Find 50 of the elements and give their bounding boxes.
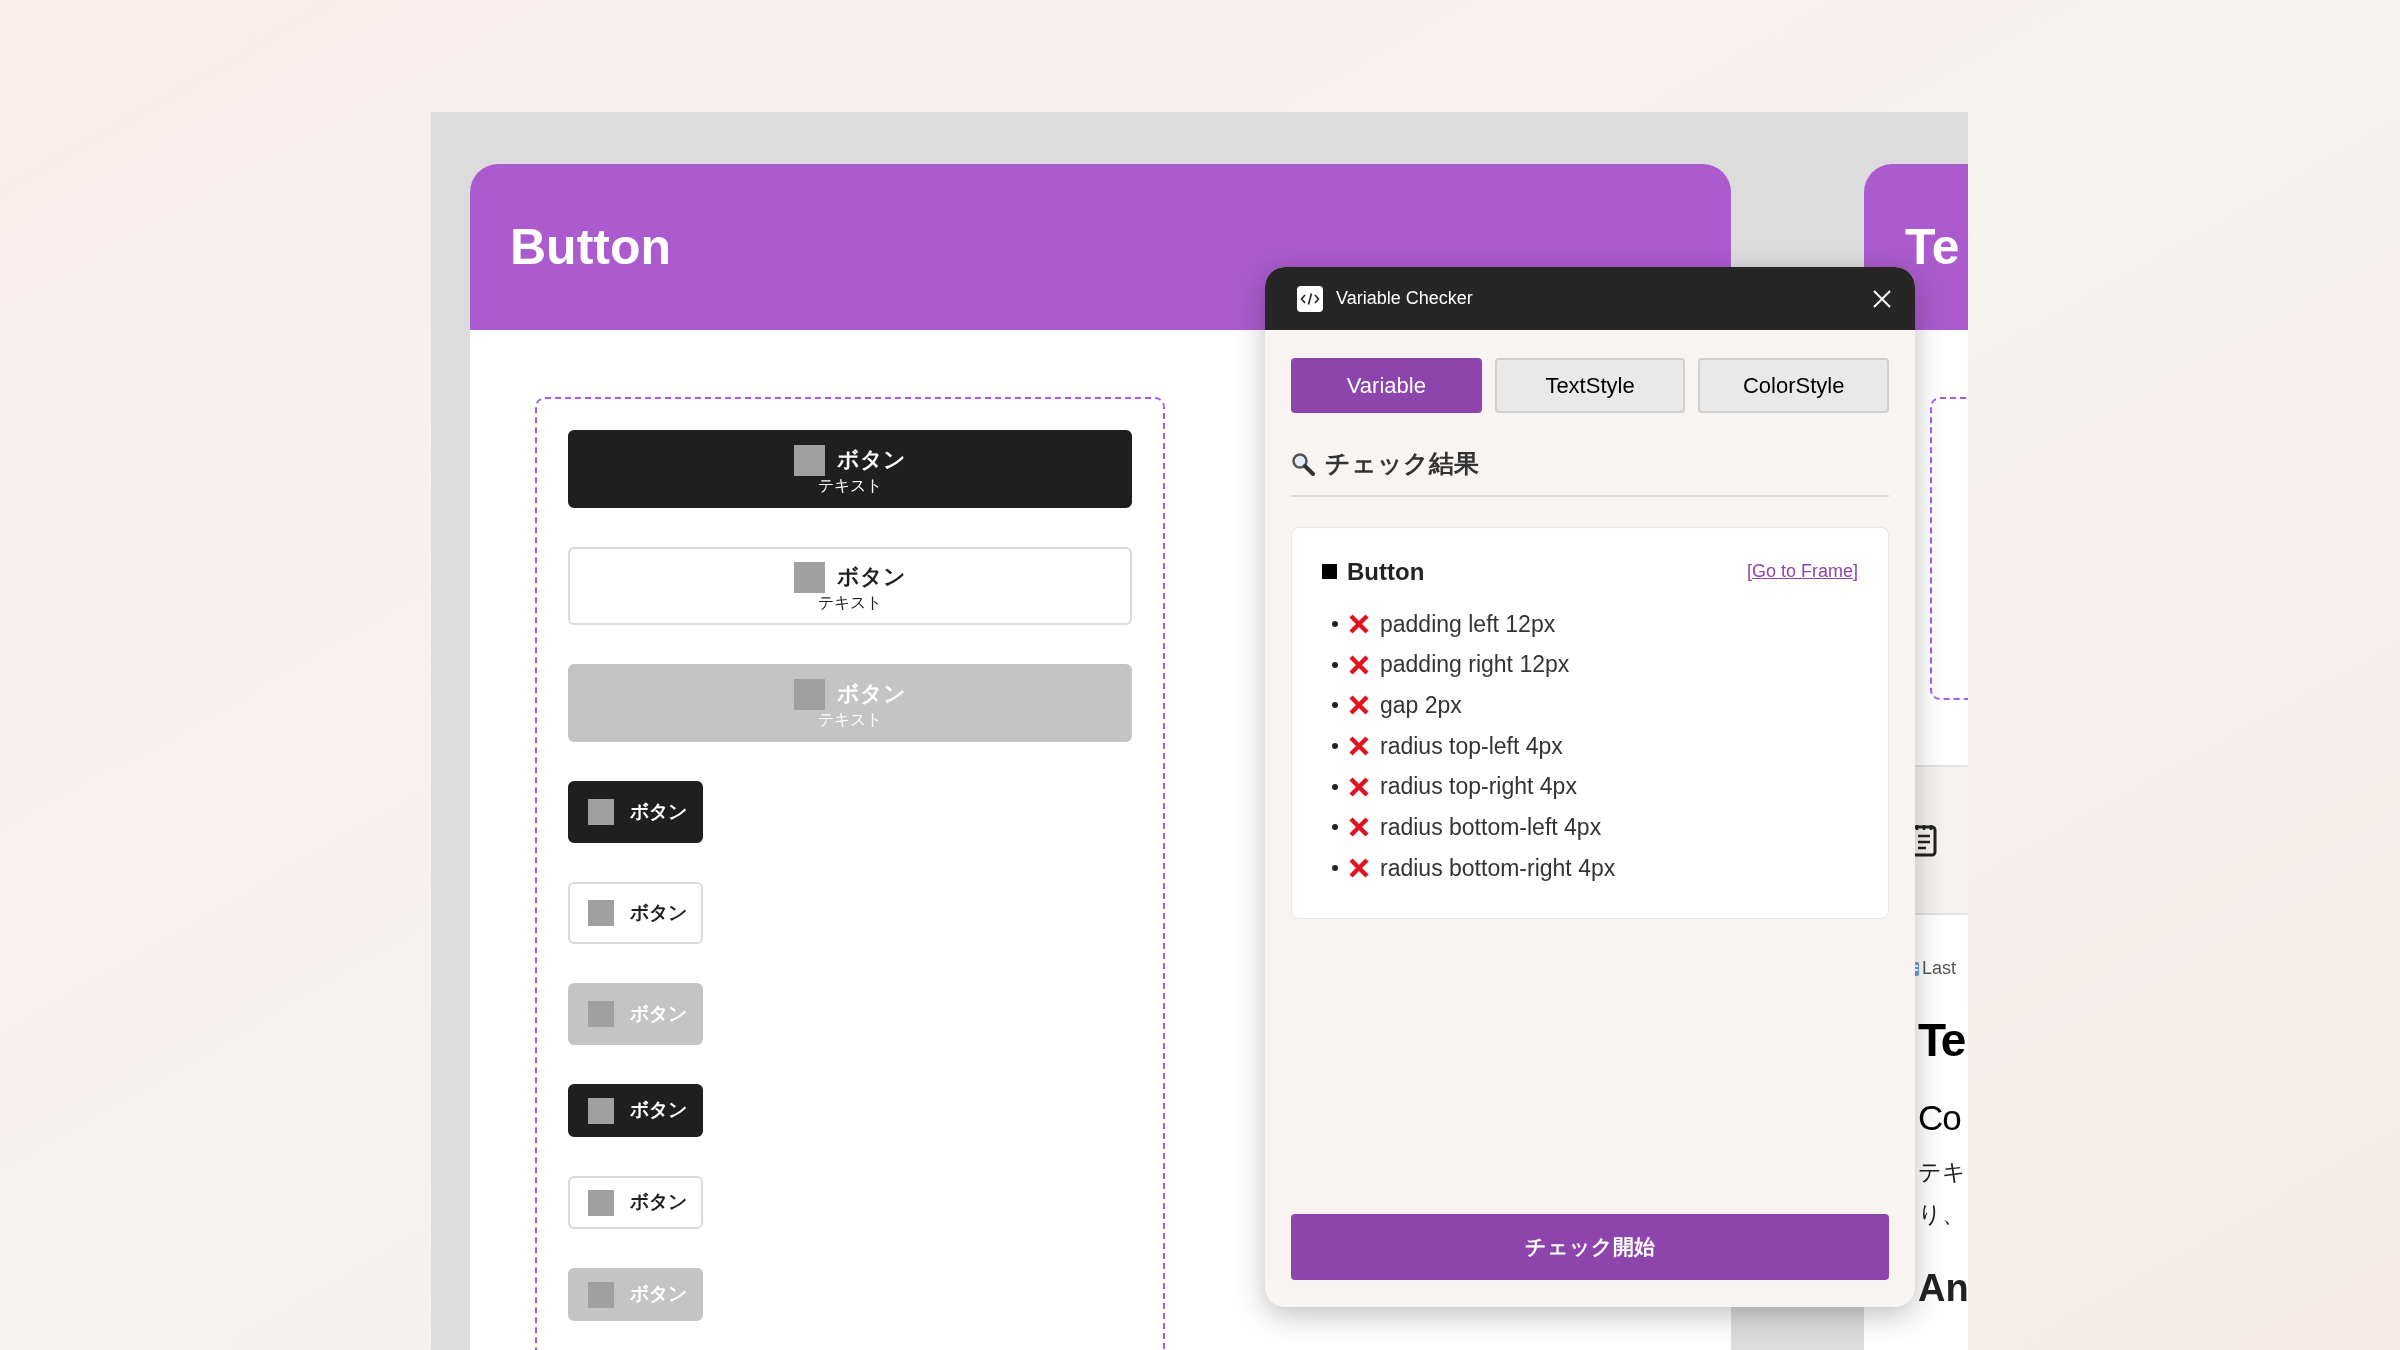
placeholder-square-icon: [588, 1281, 614, 1308]
placeholder-square-icon: [588, 900, 614, 926]
result-item-text: gap 2px: [1380, 690, 1462, 720]
sample-button[interactable]: ボタン テキスト: [568, 430, 1132, 508]
result-item-text: radius bottom-left 4px: [1380, 813, 1602, 843]
placeholder-square-icon: [794, 561, 825, 593]
bullet-icon: [1332, 864, 1338, 871]
search-icon: [1291, 451, 1315, 476]
sample-button[interactable]: ボタン: [568, 1176, 703, 1229]
placeholder-square-icon: [588, 1097, 614, 1124]
placeholder-square-icon: [794, 678, 825, 710]
result-item-text: radius top-left 4px: [1380, 731, 1563, 761]
result-item-text: radius bottom-right 4px: [1380, 853, 1616, 883]
bullet-icon: [1332, 783, 1338, 790]
bullet-icon: [1332, 742, 1338, 749]
start-check-button[interactable]: チェック開始: [1291, 1214, 1889, 1280]
sample-button[interactable]: ボタン: [568, 781, 703, 843]
bullet-icon: [1332, 702, 1338, 709]
frame-title: Te: [1905, 217, 1960, 277]
result-item-text: radius top-right 4px: [1380, 772, 1577, 802]
code-icon: [1297, 285, 1323, 312]
bullet-icon: [1332, 620, 1338, 627]
sample-button[interactable]: ボタン テキスト: [568, 547, 1132, 625]
square-icon: [1322, 564, 1337, 579]
paragraph-text: テキ: [1918, 1158, 1967, 1188]
meta-text: Last: [1922, 957, 1957, 980]
tab[interactable]: ColorStyle: [1698, 358, 1889, 413]
sample-button[interactable]: ボタン: [568, 882, 703, 944]
go-to-frame-link[interactable]: [Go to Frame]: [1746, 558, 1858, 585]
placeholder-square-icon: [588, 799, 614, 825]
section-heading: チェック結果: [1325, 448, 1479, 479]
window-title: Variable Checker: [1336, 287, 1474, 310]
tab[interactable]: Variable: [1291, 358, 1482, 413]
result-item-text: padding left 12px: [1380, 609, 1556, 639]
close-button[interactable]: [1871, 287, 1893, 310]
bullet-icon: [1332, 661, 1338, 668]
tab[interactable]: TextStyle: [1494, 358, 1686, 413]
frame-title: Button: [510, 217, 672, 277]
heading: An: [1918, 1266, 1968, 1312]
result-item-text: padding right 12px: [1380, 650, 1570, 680]
paragraph-text: り、: [1918, 1200, 1966, 1230]
result-title: Button: [1347, 556, 1426, 587]
close-icon: [1872, 288, 1892, 309]
heading: Co: [1918, 1096, 1962, 1139]
sample-button[interactable]: ボタン: [568, 1084, 703, 1137]
bullet-icon: [1332, 824, 1338, 831]
placeholder-square-icon: [588, 1001, 614, 1027]
heading: Te: [1918, 1013, 1966, 1068]
placeholder-square-icon: [794, 444, 825, 476]
placeholder-square-icon: [588, 1189, 614, 1216]
